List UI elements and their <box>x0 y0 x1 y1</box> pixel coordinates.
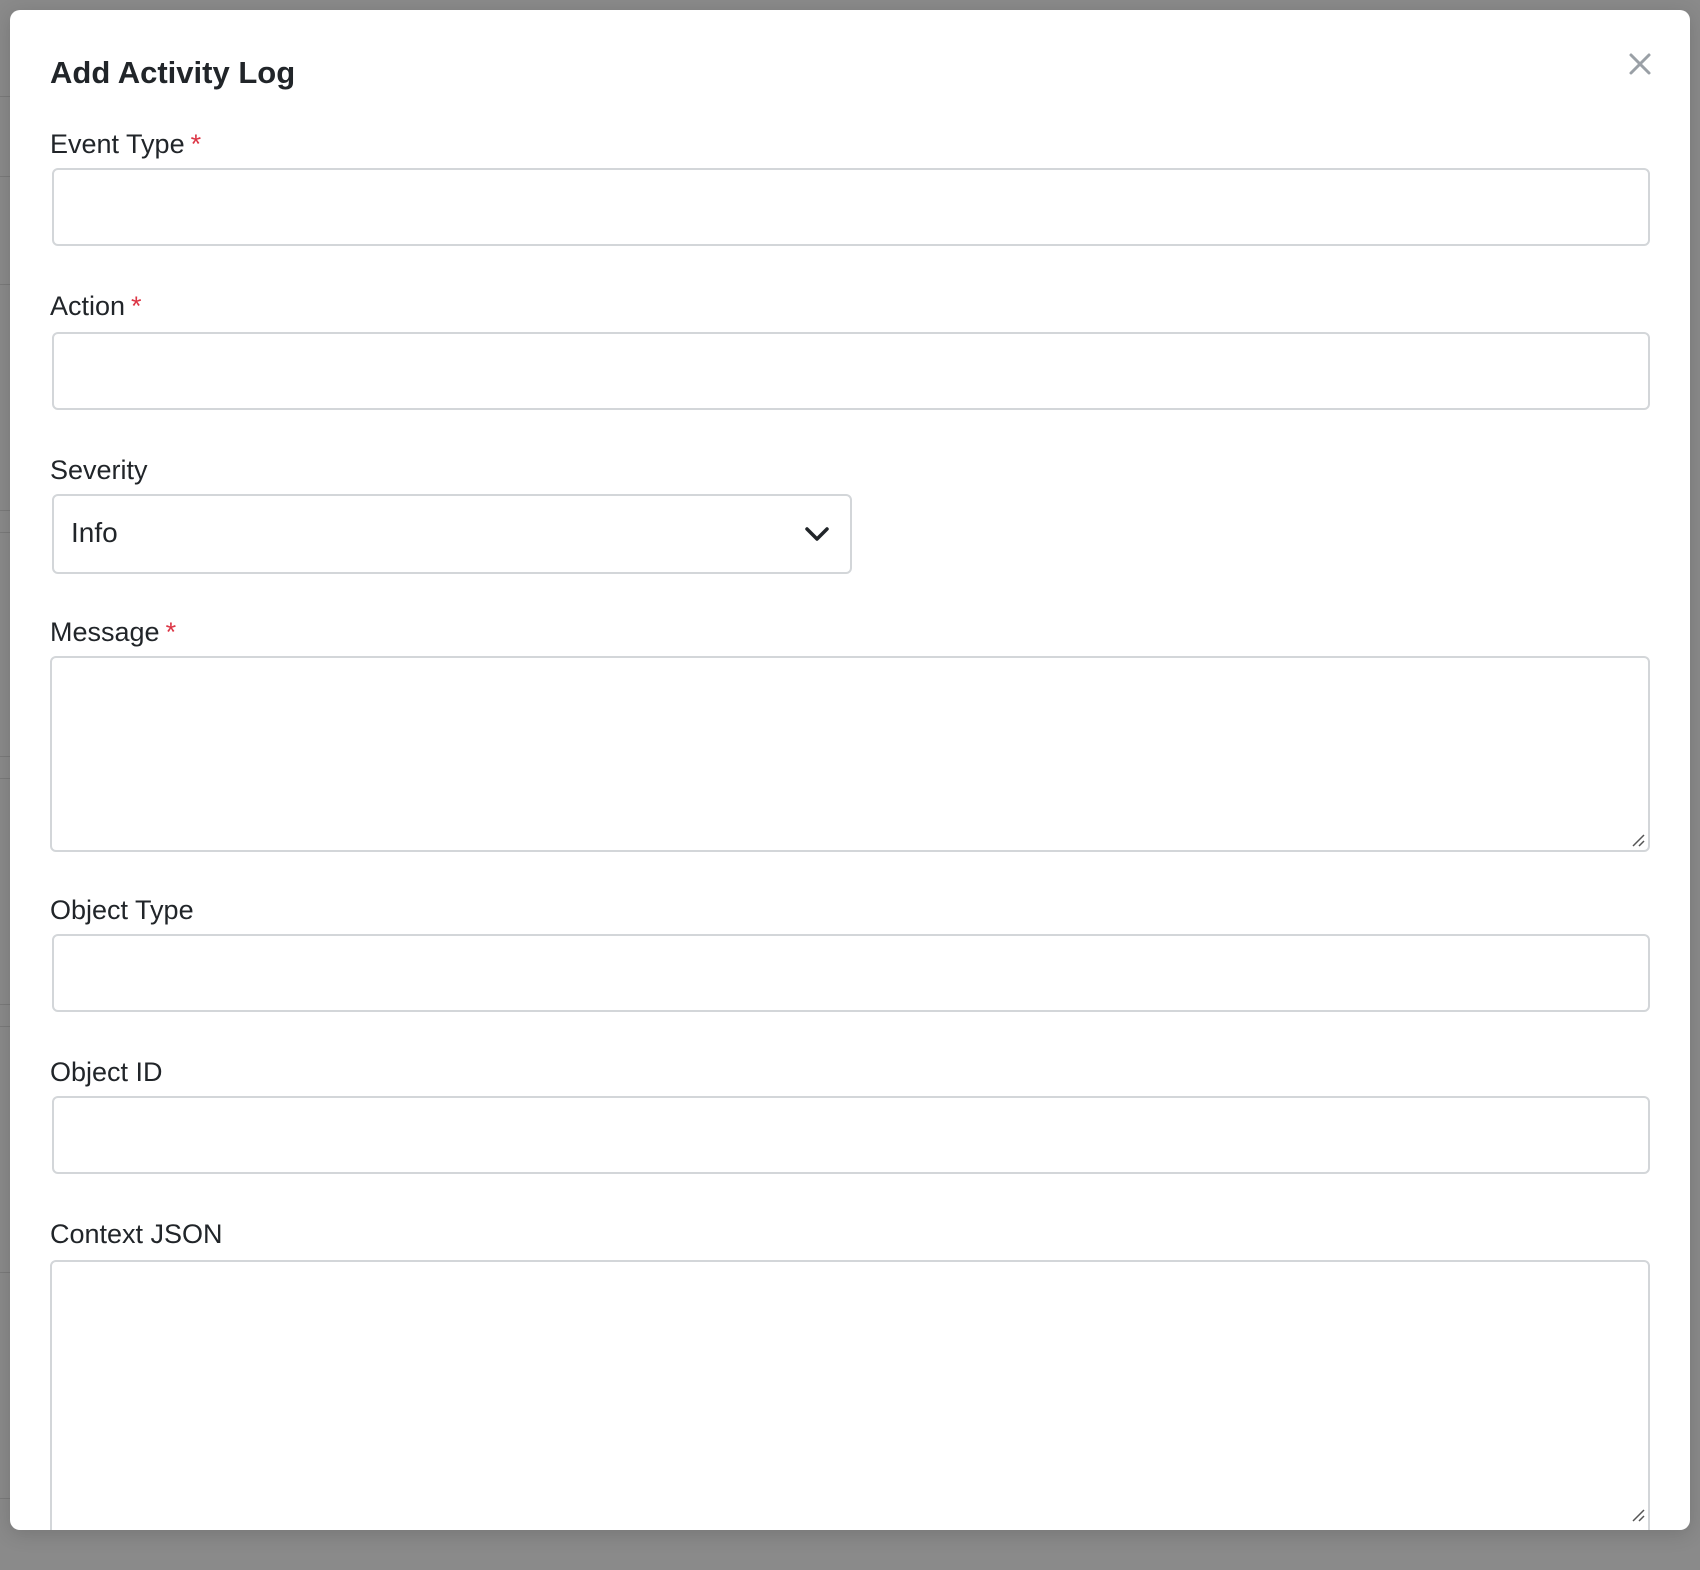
action-label: Action * <box>50 290 142 322</box>
message-label: Message * <box>50 616 176 648</box>
context-json-textarea[interactable] <box>50 1260 1650 1530</box>
required-marker: * <box>190 129 202 159</box>
object-type-label-text: Object Type <box>50 895 194 925</box>
message-label-text: Message <box>50 617 160 647</box>
required-marker: * <box>165 617 177 647</box>
severity-select[interactable]: Info <box>52 494 852 574</box>
object-id-label-text: Object ID <box>50 1057 163 1087</box>
required-marker: * <box>131 291 142 321</box>
chevron-down-icon <box>805 527 829 541</box>
context-json-label-text: Context JSON <box>50 1219 223 1249</box>
action-input[interactable] <box>52 332 1650 410</box>
severity-label: Severity <box>50 454 148 486</box>
resize-grip-icon[interactable] <box>1629 1506 1645 1522</box>
event-type-label: Event Type * <box>50 128 201 160</box>
action-label-text: Action <box>50 291 126 321</box>
event-type-input[interactable] <box>52 168 1650 246</box>
context-json-label: Context JSON <box>50 1218 223 1250</box>
object-id-label: Object ID <box>50 1056 163 1088</box>
object-type-label: Object Type <box>50 894 194 926</box>
severity-selected-value: Info <box>71 517 118 548</box>
modal-title: Add Activity Log <box>50 55 296 90</box>
severity-label-text: Severity <box>50 455 148 485</box>
close-icon <box>1629 53 1651 75</box>
message-textarea[interactable] <box>50 656 1650 852</box>
add-activity-log-modal: Add Activity Log Event Type * Action * Sev… <box>10 10 1690 1530</box>
event-type-label-text: Event Type <box>50 129 185 159</box>
object-type-input[interactable] <box>52 934 1650 1012</box>
resize-grip-icon[interactable] <box>1629 831 1645 847</box>
object-id-input[interactable] <box>52 1096 1650 1174</box>
close-button[interactable] <box>1618 42 1662 86</box>
